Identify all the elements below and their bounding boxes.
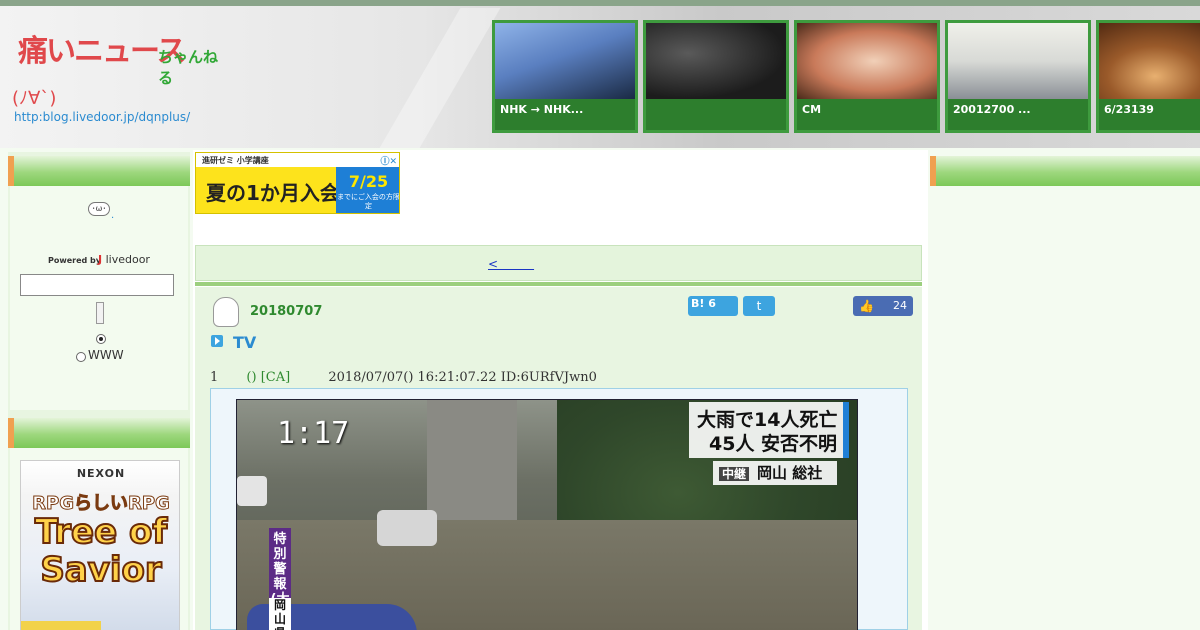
ad-footer-decoration [21,621,101,630]
tv-location-name: 岡山 総社 [757,464,823,482]
radio-blog[interactable] [96,334,106,344]
thumb-image [1099,23,1200,99]
tv-clock: 1:17 [277,416,350,451]
twitter-share-button[interactable]: t [743,296,775,316]
ad-date-box: 7/25 までにご入会の方限定 [336,167,400,213]
radio-www-label: WWW [88,348,124,362]
ad-line2: Tree of Savior [34,512,168,590]
post-title[interactable]: TV [233,333,256,352]
search-box [10,186,188,410]
thumb-image [495,23,635,99]
thumb-item[interactable]: 6/23139 [1096,20,1200,133]
livedoor-logo-mark: J [98,253,103,266]
prev-article-link[interactable]: < [488,255,534,272]
logo-chan: ちゃんねる [158,48,219,87]
res-header: 1 () [CA] 2018/07/07() 16:21:07.22 ID:6U… [210,370,597,385]
tv-prefecture: 岡山県 [269,598,291,630]
thumb-item[interactable]: NHK → NHK... [492,20,638,133]
res-body: 1:17 大雨で14人死亡 45人 安否不明 中継岡山 総社 特別警報(大雨) … [210,388,908,630]
ad-label: 進研ゼミ 小学講座 [202,156,269,165]
res-number: 1 [210,370,219,385]
left-sidebar: ･ω･ . Powered by J livedoor WWW NEXON RP… [8,152,190,630]
search-button[interactable] [96,302,104,324]
nexon-ad-banner[interactable]: NEXON RPGらしいRPG Tree of Savior [20,460,180,630]
post-date: 20180707 [250,304,323,319]
author-avatar-icon [213,297,239,327]
thumb-image [797,23,937,99]
thumb-item[interactable]: 20012700 ... [945,20,1091,133]
ad-label-bar: 進研ゼミ 小学講座 Ⓘ✕ [196,153,399,167]
ad-close-icon[interactable]: Ⓘ✕ [380,154,397,167]
facebook-like-button[interactable]: 👍 24 [853,296,913,316]
top-ad-banner[interactable]: 進研ゼミ 小学講座 Ⓘ✕ 夏の1か月入会 7/25 までにご入会の方限定 [195,152,400,214]
face-dot: . [111,210,115,221]
livedoor-logo: J livedoor [98,253,150,266]
powered-by-label: Powered by [48,256,101,265]
radio-www[interactable] [76,352,86,362]
tv-headline-line2: 45人 安否不明 [709,433,838,455]
thumb-caption: NHK → NHK... [495,99,635,130]
news-screenshot[interactable]: 1:17 大雨で14人死亡 45人 安否不明 中継岡山 総社 特別警報(大雨) … [236,399,858,630]
thumb-item[interactable] [643,20,789,133]
ad-main-text: 夏の1か月入会 [206,181,340,205]
thumb-caption: CM [797,99,937,130]
scene-car [237,476,267,506]
thumb-image [948,23,1088,99]
tv-location: 中継 岡山 総社 [713,461,837,485]
tv-live-tag: 中継 [719,467,750,481]
thumb-caption: 6/23139 [1099,99,1200,130]
search-input[interactable] [20,274,174,296]
header-top-line [0,0,1200,6]
ad-date-sub: までにご入会の方限定 [337,193,400,210]
ad-brand: NEXON [76,467,126,480]
tv-headline: 大雨で14人死亡 45人 安否不明 [689,402,849,458]
like-count: 24 [893,299,907,312]
right-sidebar [930,152,1200,630]
thumb-caption: 20012700 ... [948,99,1088,130]
sidebar-header [930,156,1200,186]
divider [195,282,922,286]
tv-headline-line1: 大雨で14人死亡 [697,409,838,431]
article: 20180707 B! 6 t 👍 24 TV 1 () [CA] 2018/0… [195,287,922,630]
thumb-item[interactable]: CM [794,20,940,133]
res-meta: 2018/07/07() 16:21:07.22 ID:6URfVJwn0 [328,370,597,385]
ad-date: 7/25 [348,172,389,191]
site-logo[interactable]: 痛いニュース ちゃんねる (ﾉ∀`) http:blog.livedoor.jp… [10,22,230,130]
thumb-caption [646,99,786,130]
scene-car [377,510,437,546]
res-name: () [CA] [246,370,291,385]
play-icon [211,335,223,347]
site-header: 痛いニュース ちゃんねる (ﾉ∀`) http:blog.livedoor.jp… [0,0,1200,148]
main-content: 進研ゼミ 小学講座 Ⓘ✕ 夏の1か月入会 7/25 までにご入会の方限定 < 2… [193,150,928,630]
logo-url: http:blog.livedoor.jp/dqnplus/ [14,110,191,124]
thumbs-up-icon: 👍 [859,299,874,313]
thumb-image [646,23,786,99]
face-icon[interactable]: ･ω･ [88,202,110,216]
popular-thumbnails: NHK → NHK... CM 20012700 ... 6/23139 [492,20,1200,134]
sidebar-header [8,418,190,448]
article-nav-bar: < [195,245,922,281]
logo-face: (ﾉ∀`) [12,88,57,109]
hatena-bookmark-button[interactable]: B! 6 [688,296,738,316]
livedoor-logo-text: livedoor [105,253,150,266]
sidebar-header [8,156,190,186]
